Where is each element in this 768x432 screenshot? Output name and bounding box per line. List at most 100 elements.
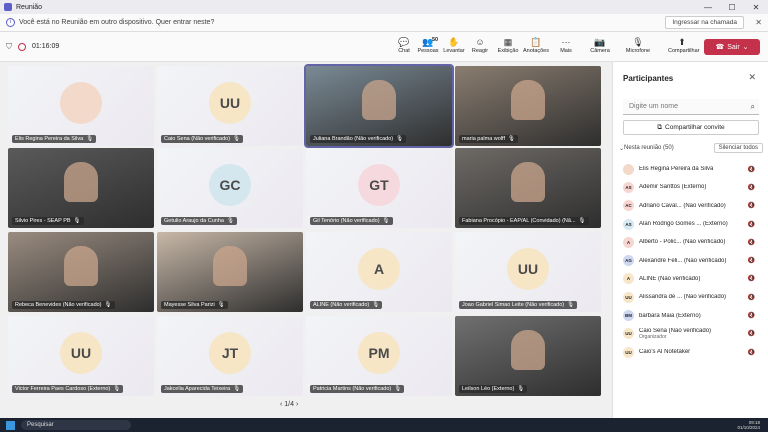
close-icon[interactable]: ✕ (744, 3, 768, 12)
next-page-icon[interactable]: › (296, 401, 298, 408)
participant-name-label: Silvio Pires - SEAP PB 🎙 (12, 217, 84, 225)
participant-list-item[interactable]: AS Alan Rodrigo Gomes ... (Externo) 🔇 (613, 215, 768, 233)
video-feed (64, 162, 98, 202)
video-feed (213, 246, 247, 286)
page-number: 1/4 (284, 401, 295, 408)
toolbar-reagir-button[interactable]: ☺ Reagir (466, 36, 494, 54)
toolbar-levantar-button[interactable]: ✋ Levantar (440, 36, 468, 54)
participant-tile[interactable]: Rebeca Benevides (Não verificado) 🎙 (8, 232, 154, 312)
mic-muted-icon: 🎙 (578, 218, 586, 224)
toolbar-button-label: Anotações (523, 48, 549, 54)
participant-tile[interactable]: JT Jakcelia Aparecida Teixeira 🎙 (157, 316, 303, 396)
panel-title: Participantes (623, 74, 674, 83)
avatar: UU (209, 82, 251, 124)
toolbar-mais-button[interactable]: ··· Mais (552, 36, 580, 54)
participant-list-item[interactable]: UU Caio Sena (Não verificado) Organizador 🔇 (613, 325, 768, 343)
participant-role: Organizador (639, 333, 667, 340)
participant-list-item[interactable]: UU Caio's AI Notetaker 🔇 (613, 343, 768, 361)
leave-label: Sair (727, 43, 740, 51)
participant-list-item[interactable]: Elis Regina Pereira da Silva 🔇 (613, 160, 768, 178)
participant-name: Rebeca Benevides (Não verificado) (15, 302, 102, 308)
video-feed (511, 162, 545, 202)
search-icon: ⌕ (750, 101, 755, 111)
search-placeholder: Digite um nome (629, 103, 679, 110)
profile-photo (60, 82, 102, 124)
toolbar-compartilhar-button[interactable]: ⬆ Compartilhar (668, 36, 699, 54)
windows-start-icon[interactable] (6, 420, 15, 430)
taskbar-clock[interactable]: 09:18 01/10/2024 (737, 420, 760, 430)
participant-name: Fabiana Procópio - EAP/AL (Convidado) (N… (462, 218, 576, 224)
device-notice-bar: i Você está no Reunião em outro disposit… (0, 14, 768, 32)
close-panel-icon[interactable]: ✕ (748, 72, 756, 83)
participant-list-name: Alberto - Polic... (Não verificado) (639, 239, 725, 245)
participant-tile[interactable]: Elis Regina Pereira da Silva 🎙 (8, 66, 154, 146)
phone-hangup-icon: ☎ (715, 44, 725, 51)
taskbar-search-input[interactable]: Pesquisar (21, 420, 131, 430)
mic-muted-icon: 🔇 (747, 331, 755, 338)
participant-search-input[interactable]: Digite um nome ⌕ (623, 99, 759, 115)
clock-date: 01/10/2024 (737, 425, 760, 430)
mute-all-button[interactable]: Silenciar todos (713, 143, 763, 153)
leave-button[interactable]: ☎ Sair ⌄ (704, 39, 760, 55)
toolbar-microfone-button[interactable]: 🎙 Microfone (624, 36, 652, 54)
avatar: AC (623, 200, 634, 212)
join-call-button[interactable]: Ingressar na chamada (665, 16, 744, 29)
toolbar-câmera-button[interactable]: 📷 Câmera (586, 36, 614, 54)
in-meeting-section[interactable]: ⌄ Nesta reunião (50) Silenciar todos (619, 143, 763, 153)
page-indicator[interactable]: ‹ 1/4 › (280, 401, 298, 408)
participant-list-item[interactable]: AG Alexandre Feli... (Não verificado) 🔇 (613, 251, 768, 269)
participant-list-item[interactable]: A ALINE (Não verificado) 🔇 (613, 270, 768, 288)
toolbar-anotações-button[interactable]: 📋 Anotações (522, 36, 550, 54)
participant-list-item[interactable]: AS Ademir Santtos (Externo) 🔇 (613, 178, 768, 196)
mic-muted-icon: 🎙 (73, 218, 81, 224)
mic-muted-icon: 🔇 (747, 313, 755, 320)
dismiss-notice-icon[interactable]: ✕ (755, 18, 762, 27)
participant-tile[interactable]: Juliana Brandão (Não verificado) 🎙 (304, 64, 454, 148)
participant-tile[interactable]: Silvio Pires - SEAP PB 🎙 (8, 148, 154, 228)
participant-list-name-text: Caio's AI Notetaker (639, 349, 691, 356)
more-icon: ··· (561, 37, 571, 47)
mic-muted-icon: 🎙 (86, 136, 94, 142)
mic-off-icon: 🎙 (632, 37, 644, 47)
toolbar-pessoas-button[interactable]: 👥 50 Pessoas (414, 36, 442, 54)
mic-muted-icon: 🎙 (372, 302, 380, 308)
participant-tile[interactable]: Mayesse Silva Parizi 🎙 (157, 232, 303, 312)
title-bar: Reunião — ☐ ✕ (0, 0, 768, 14)
chevron-down-icon[interactable]: ⌄ (743, 43, 749, 51)
participant-tile[interactable]: UU Caio Sena (Não verificado) 🎙 (157, 66, 303, 146)
participant-tile[interactable]: GC Getulio Araujo da Cunha 🎙 (157, 148, 303, 228)
participant-tile[interactable]: A ALINE (Não verificado) 🎙 (306, 232, 452, 312)
participant-tile[interactable]: Leilson Léo (Externo) 🎙 (455, 316, 601, 396)
window-title: Reunião (16, 3, 43, 11)
participant-name-label: Elis Regina Pereira da Silva 🎙 (12, 135, 97, 143)
mic-muted-icon: 🔇 (747, 349, 755, 356)
toolbar-exibição-button[interactable]: ▦ Exibição (494, 36, 522, 54)
participant-tile[interactable]: GT Gil Tenório (Não verificado) 🎙 (306, 148, 452, 228)
share-invite-button[interactable]: ⧉ Compartilhar convite (623, 120, 759, 135)
avatar: UU (623, 328, 634, 340)
participant-list-item[interactable]: UU Alissandra de ... (Não verificado) 🔇 (613, 288, 768, 306)
participant-tile[interactable]: maria palma wolff 🎙 (455, 66, 601, 146)
toolbar-button-label: Exibição (497, 48, 519, 54)
participant-tile[interactable]: UU Joao Gabriel Simao Leite (Não verifica… (455, 232, 601, 312)
participant-name-label: Jakcelia Aparecida Teixeira 🎙 (161, 385, 244, 393)
notice-text: Você está no Reunião em outro dispositiv… (19, 19, 215, 26)
maximize-icon[interactable]: ☐ (720, 3, 744, 12)
avatar: GC (209, 164, 251, 206)
participant-list-item[interactable]: BM barbara Maia (Externo) 🔇 (613, 306, 768, 324)
participant-name-label: Caio Sena (Não verificado) 🎙 (161, 135, 244, 143)
participant-tile[interactable]: Fabiana Procópio - EAP/AL (Convidado) (N… (455, 148, 601, 228)
share-icon: ⬆ (678, 37, 686, 47)
participant-name-label: Leilson Léo (Externo) 🎙 (459, 385, 528, 393)
avatar: AS (623, 218, 634, 230)
participant-tile[interactable]: UU Victor Ferreira Paes Cardoso (Externo)… (8, 316, 154, 396)
avatar: UU (507, 248, 549, 290)
participant-list-name: barbara Maia (Externo) (639, 313, 701, 319)
participant-list-item[interactable]: AC Adriano Caval... (Não verificado) 🔇 (613, 197, 768, 215)
participant-tile[interactable]: PM Patricia Martins (Não verificado) 🎙 (306, 316, 452, 396)
participant-name: maria palma wolff (462, 136, 505, 142)
participant-name: Leilson Léo (Externo) (462, 386, 515, 392)
participant-list-item[interactable]: A Alberto - Polic... (Não verificado) 🔇 (613, 233, 768, 251)
teams-logo-icon (4, 3, 12, 11)
minimize-icon[interactable]: — (696, 3, 720, 12)
